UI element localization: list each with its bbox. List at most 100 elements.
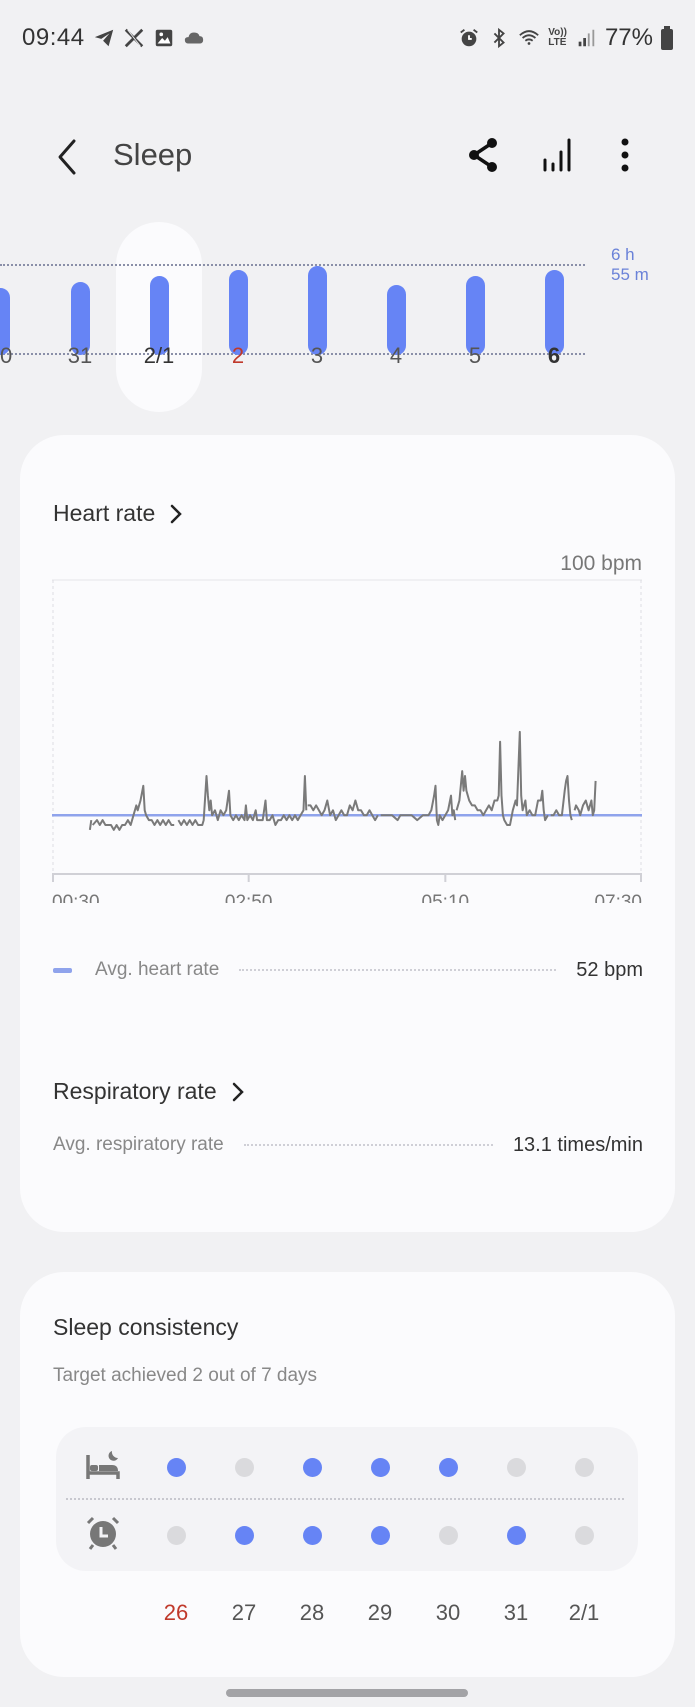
- achieved-dot: [371, 1526, 390, 1545]
- avg-heart-rate-label: Avg. heart rate: [95, 959, 220, 980]
- lte-label: LTE: [548, 37, 567, 48]
- status-bar: 09:44 Vo)) LTE 77%: [0, 0, 695, 80]
- alarm-icon: [460, 29, 479, 47]
- achieved-dot: [235, 1526, 254, 1545]
- heart-rate-chart: 00:30 02:50 05:10 07:30: [52, 579, 642, 903]
- more-icon: [621, 138, 629, 172]
- achieved-dot: [167, 1458, 186, 1477]
- x-tick-label: 00:30: [52, 892, 100, 903]
- achieved-dot: [507, 1526, 526, 1545]
- respiratory-rate-title: Respiratory rate: [53, 1078, 217, 1104]
- bed-icon: [86, 1451, 120, 1479]
- heart-rate-line-segment: [88, 819, 93, 831]
- day-label[interactable]: 2: [208, 343, 268, 369]
- avg-heart-rate-row: Avg. heart rate 52 bpm: [53, 955, 643, 985]
- heart-rate-line-segment: [91, 784, 175, 831]
- day-label[interactable]: 2/1: [129, 343, 189, 369]
- guide-value-minutes: 55 m: [611, 265, 649, 284]
- battery-percentage: 77%: [604, 24, 653, 51]
- missed-dot: [167, 1526, 186, 1545]
- status-time: 09:44: [22, 24, 85, 51]
- consistency-date-label: 28: [299, 1600, 325, 1625]
- chevron-right-icon: [171, 504, 183, 523]
- weekly-sleep-strip: 30 31 2/1 23456 6 h 55 m: [0, 210, 695, 420]
- day-label[interactable]: 5: [445, 343, 505, 369]
- consistency-date-label: 31: [503, 1600, 529, 1625]
- x-tick-label: 02:50: [225, 892, 273, 903]
- heart-rate-title: Heart rate: [53, 500, 156, 526]
- back-arrow-icon: [58, 139, 76, 175]
- heart-rate-line-segment: [177, 775, 308, 826]
- day-label[interactable]: 31: [50, 343, 110, 369]
- x-icon: [124, 28, 144, 48]
- day-label[interactable]: 6: [524, 343, 584, 369]
- heart-respiratory-card: Heart rate 100 bpm 00:30 02:50 05:10 07:30 …: [20, 435, 675, 1232]
- alarm-clock-icon: [86, 1516, 120, 1550]
- target-guide-line: [0, 264, 585, 266]
- day-label[interactable]: 3: [287, 343, 347, 369]
- volte-icon: Vo)) LTE: [548, 28, 567, 48]
- achieved-dot: [439, 1458, 458, 1477]
- heart-rate-line-segment: [550, 775, 573, 821]
- heart-rate-line-segment: [573, 780, 597, 817]
- x-tick-label: 05:10: [422, 892, 470, 903]
- home-indicator[interactable]: [226, 1689, 468, 1697]
- x-tick-label: 07:30: [594, 892, 642, 903]
- signal-icon: [578, 29, 595, 47]
- share-icon: [469, 138, 497, 172]
- consistency-date-label: 29: [367, 1600, 393, 1625]
- sleep-consistency-subtitle: Target achieved 2 out of 7 days: [53, 1365, 318, 1386]
- avg-respiratory-rate-row: Avg. respiratory rate 13.1 times/min: [53, 1130, 643, 1160]
- system-status-icons: Vo)) LTE 77%: [458, 24, 673, 52]
- missed-dot: [439, 1526, 458, 1545]
- chevron-right-icon: [232, 1082, 244, 1101]
- achieved-dot: [303, 1526, 322, 1545]
- guide-value-hours: 6 h: [611, 245, 635, 264]
- avg-line-swatch: [53, 967, 72, 973]
- guide-value: 6 h 55 m: [611, 245, 649, 285]
- battery-icon: [661, 26, 673, 50]
- row-divider: [66, 1498, 624, 1500]
- notification-icons: [93, 27, 205, 49]
- consistency-date-label: 27: [231, 1600, 257, 1625]
- chart-max-label: 100 bpm: [560, 552, 642, 575]
- missed-dot: [575, 1458, 594, 1477]
- consistency-date-label: 2/1: [568, 1600, 600, 1625]
- sleep-consistency-card: Sleep consistency Target achieved 2 out …: [20, 1272, 675, 1677]
- heart-rate-header[interactable]: Heart rate: [53, 500, 183, 527]
- gallery-icon: [155, 29, 173, 47]
- page-title: Sleep: [113, 137, 193, 172]
- missed-dot: [507, 1458, 526, 1477]
- telegram-icon: [94, 29, 114, 47]
- sleep-consistency-header: Sleep consistency: [53, 1314, 238, 1341]
- achieved-dot: [371, 1458, 390, 1477]
- missed-dot: [235, 1458, 254, 1477]
- bluetooth-icon: [494, 27, 506, 49]
- back-button[interactable]: [50, 135, 86, 179]
- heart-rate-line-segment: [455, 730, 549, 826]
- stats-icon: [543, 138, 571, 172]
- avg-respiratory-rate-value: 13.1 times/min: [512, 1133, 643, 1156]
- leader-dots: [239, 969, 557, 971]
- sleep-bar[interactable]: [308, 266, 327, 355]
- day-label[interactable]: 4: [366, 343, 426, 369]
- heart-rate-line-segment: [380, 784, 457, 826]
- wifi-icon: [519, 30, 540, 45]
- missed-dot: [575, 1526, 594, 1545]
- avg-heart-rate-value: 52 bpm: [576, 958, 643, 981]
- leader-dots: [243, 1144, 493, 1146]
- share-button[interactable]: [461, 133, 505, 177]
- app-bar: Sleep: [0, 115, 695, 195]
- consistency-grid: [56, 1427, 638, 1571]
- more-options-button[interactable]: [603, 133, 647, 177]
- respiratory-rate-header[interactable]: Respiratory rate: [53, 1078, 245, 1105]
- sleep-consistency-title: Sleep consistency: [53, 1314, 239, 1340]
- achieved-dot: [303, 1458, 322, 1477]
- day-label[interactable]: 30: [0, 343, 30, 369]
- heart-rate-line-segment: [307, 799, 379, 822]
- avg-respiratory-rate-label: Avg. respiratory rate: [53, 1134, 224, 1155]
- consistency-date-label: 30: [435, 1600, 461, 1625]
- statistics-button[interactable]: [536, 133, 580, 177]
- cloud-icon: [184, 32, 204, 44]
- consistency-date-label: 26: [163, 1600, 189, 1625]
